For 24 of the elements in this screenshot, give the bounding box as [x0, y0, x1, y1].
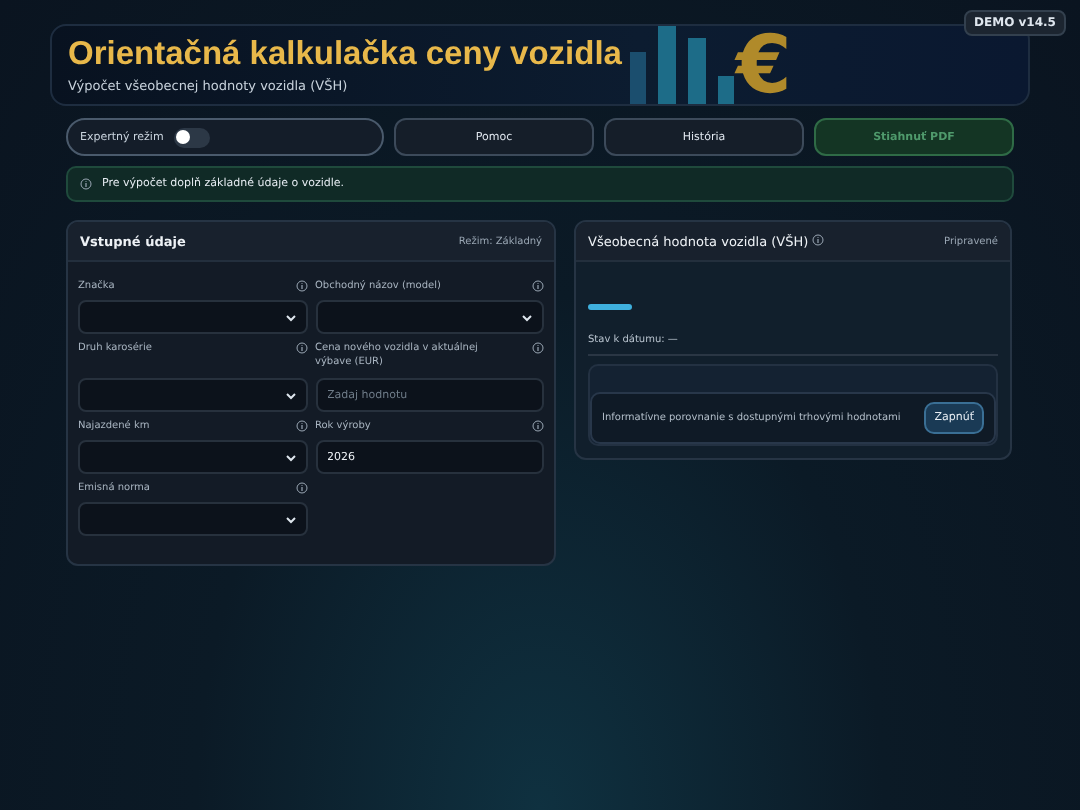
info-icon	[295, 420, 307, 432]
chevron-down-icon	[285, 515, 295, 523]
select-field[interactable]	[78, 300, 307, 334]
select-field[interactable]	[315, 300, 544, 334]
select-field[interactable]	[78, 440, 307, 474]
app-title: Orientačná kalkulačka ceny vozidla	[68, 36, 622, 74]
info-icon	[295, 482, 307, 494]
info-icon	[532, 342, 544, 354]
select-field[interactable]	[78, 502, 307, 536]
info-icon	[812, 233, 825, 245]
chevron-down-icon	[285, 453, 295, 461]
chevron-down-icon	[285, 391, 295, 399]
info-icon	[80, 178, 92, 190]
toggle-switch[interactable]	[173, 127, 210, 147]
chevron-down-icon	[285, 313, 295, 321]
info-icon	[532, 420, 544, 432]
select-field[interactable]	[78, 378, 307, 412]
info-icon	[295, 280, 307, 292]
bar-chart-drawing	[629, 26, 734, 104]
euro-symbol: €	[735, 26, 792, 104]
info-icon	[295, 342, 307, 354]
value-placeholder-bar	[588, 304, 632, 310]
info-icon	[532, 280, 544, 292]
chevron-down-icon	[522, 313, 532, 321]
